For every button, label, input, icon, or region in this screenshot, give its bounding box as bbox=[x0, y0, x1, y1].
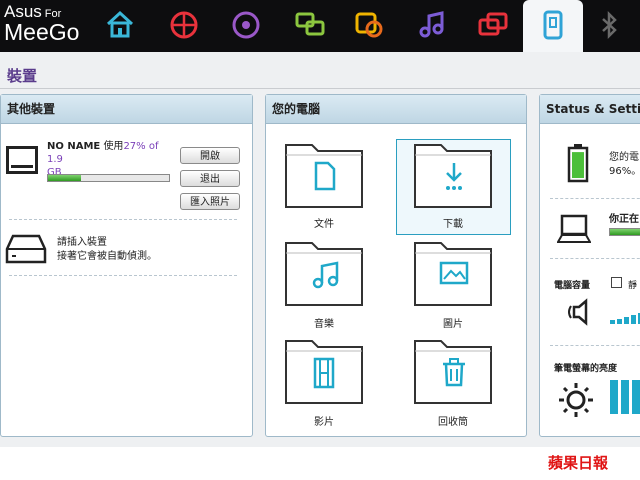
music-note-icon bbox=[312, 261, 339, 289]
brand-logo: Asus For MeeGo bbox=[4, 3, 79, 44]
watermark: 蘋果日報 bbox=[548, 454, 609, 472]
battery-line1: 您的電 bbox=[609, 152, 639, 163]
divider bbox=[9, 219, 237, 220]
trash-icon bbox=[443, 358, 465, 387]
divider bbox=[550, 345, 640, 346]
import-photos-button[interactable]: 匯入照片 bbox=[180, 193, 240, 210]
social-icon bbox=[355, 12, 383, 38]
divider bbox=[550, 198, 640, 199]
page-title: 裝置 bbox=[7, 67, 38, 85]
music-icon bbox=[419, 11, 444, 38]
folder-label-pictures: 圖片 bbox=[443, 319, 463, 330]
tab-apps[interactable] bbox=[476, 8, 510, 42]
document-icon bbox=[314, 161, 336, 191]
folder-downloads[interactable] bbox=[413, 141, 493, 213]
media-icon bbox=[232, 11, 260, 39]
tab-chat[interactable] bbox=[293, 8, 327, 42]
laptop-icon bbox=[557, 214, 591, 243]
bottom-strip bbox=[0, 447, 640, 480]
folder-label-documents: 文件 bbox=[314, 219, 334, 230]
status-settings-panel: Status & Setting 您的電 96%。 你正在 電腦容量 靜 筆電螢… bbox=[539, 94, 640, 437]
tab-social[interactable] bbox=[352, 8, 386, 42]
eject-button[interactable]: 退出 bbox=[180, 170, 240, 187]
speaker-icon bbox=[568, 298, 588, 326]
other-devices-panel: 其他裝置 NO NAME 使用27% of 1.9 GB 開啟 退出 匯入照片 … bbox=[0, 94, 253, 437]
bluetooth-icon bbox=[602, 10, 617, 40]
tab-web[interactable] bbox=[167, 8, 201, 42]
film-icon bbox=[313, 357, 335, 389]
tab-bluetooth[interactable] bbox=[592, 8, 626, 42]
top-app-bar: Asus For MeeGo bbox=[0, 0, 640, 52]
battery-level-fill bbox=[572, 152, 584, 178]
device-name: NO NAME bbox=[47, 141, 101, 152]
battery-icon bbox=[567, 144, 589, 183]
divider bbox=[9, 275, 237, 276]
apps-icon bbox=[478, 12, 508, 36]
mute-checkbox[interactable] bbox=[611, 277, 622, 288]
other-devices-header: 其他裝置 bbox=[1, 95, 252, 124]
folder-label-videos: 影片 bbox=[314, 417, 334, 428]
volume-slider[interactable] bbox=[610, 302, 640, 326]
folder-videos[interactable] bbox=[284, 337, 364, 409]
folder-music[interactable] bbox=[284, 239, 364, 311]
my-computer-header: 您的電腦 bbox=[266, 95, 526, 124]
external-drive-icon bbox=[5, 234, 47, 264]
folder-pictures[interactable] bbox=[413, 239, 493, 311]
tab-music[interactable] bbox=[414, 8, 448, 42]
battery-status-text: 您的電 96%。 bbox=[609, 151, 640, 179]
network-progress-fill bbox=[610, 229, 640, 235]
chat-icon bbox=[295, 12, 325, 36]
usage-progress-bar bbox=[47, 174, 170, 182]
battery-line2: 96%。 bbox=[609, 166, 640, 177]
web-icon bbox=[170, 11, 198, 39]
picture-icon bbox=[439, 261, 469, 285]
folder-label-trash: 回收筒 bbox=[438, 417, 468, 428]
insert-device-hint: 請插入裝置 接著它會被自動偵測。 bbox=[57, 236, 157, 264]
usage-prefix: 使用 bbox=[103, 141, 124, 152]
folder-label-music: 音樂 bbox=[314, 319, 334, 330]
folder-trash[interactable] bbox=[413, 337, 493, 409]
sun-icon bbox=[559, 383, 593, 417]
mute-label: 靜 bbox=[628, 281, 638, 291]
title-divider bbox=[0, 88, 640, 89]
network-progress-bar bbox=[609, 228, 640, 236]
usage-progress-fill bbox=[48, 175, 81, 181]
device-icon bbox=[543, 10, 563, 40]
status-header: Status & Setting bbox=[540, 95, 640, 124]
brightness-label: 筆電螢幕的亮度 bbox=[554, 364, 618, 374]
download-icon bbox=[446, 163, 462, 190]
open-button[interactable]: 開啟 bbox=[180, 147, 240, 164]
tab-home[interactable] bbox=[103, 8, 137, 42]
tab-device[interactable] bbox=[536, 8, 570, 42]
folder-label-downloads: 下載 bbox=[443, 219, 463, 230]
insert-hint-line1: 請插入裝置 bbox=[57, 237, 107, 248]
brightness-slider[interactable] bbox=[610, 380, 640, 414]
home-icon bbox=[106, 10, 134, 38]
brand-line2: MeeGo bbox=[4, 19, 80, 45]
folder-documents[interactable] bbox=[284, 141, 364, 213]
tab-media[interactable] bbox=[229, 8, 263, 42]
volume-label: 電腦容量 bbox=[554, 281, 591, 291]
my-computer-panel: 您的電腦 文件 下載 音樂 圖片 影片 回收筒 bbox=[265, 94, 527, 437]
divider bbox=[550, 258, 640, 259]
insert-hint-line2: 接著它會被自動偵測。 bbox=[57, 251, 157, 262]
usb-drive-icon bbox=[6, 146, 38, 174]
network-status-text: 你正在 bbox=[609, 214, 639, 225]
